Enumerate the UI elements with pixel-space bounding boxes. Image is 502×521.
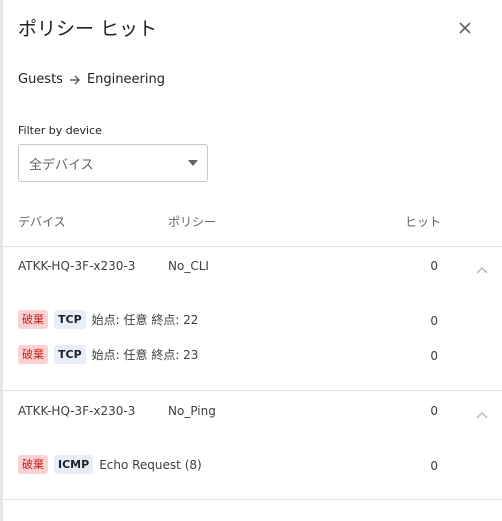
protocol-badge: TCP xyxy=(54,345,86,364)
group-device: ATKK-HQ-3F-x230-3 xyxy=(18,404,136,418)
breadcrumb-to: Engineering xyxy=(86,72,165,87)
rule-description: 始点: 任意 終点: 22 xyxy=(91,313,199,327)
group-policy: No_CLI xyxy=(168,259,209,273)
rule-hits: 0 xyxy=(430,459,438,473)
rule-description: Echo Request (8) xyxy=(99,457,202,472)
group-policy: No_Ping xyxy=(168,404,216,418)
collapse-chevron-up-icon[interactable] xyxy=(475,260,489,274)
breadcrumb: Guests Engineering xyxy=(18,72,165,87)
group-device: ATKK-HQ-3F-x230-3 xyxy=(18,259,136,273)
device-filter-select[interactable]: 全デバイス xyxy=(18,144,208,182)
column-header-policy: ポリシー xyxy=(168,215,217,229)
rule-hits: 0 xyxy=(430,349,438,363)
action-badge: 破棄 xyxy=(18,310,48,329)
close-button[interactable] xyxy=(453,16,477,40)
column-header-hits: ヒット xyxy=(405,215,442,229)
divider xyxy=(3,390,502,391)
filter-label: Filter by device xyxy=(18,124,102,137)
column-header-device: デバイス xyxy=(18,215,66,229)
group-hits: 0 xyxy=(430,259,438,273)
rule-row: 破棄 TCP 始点: 任意 終点: 22 xyxy=(18,310,198,329)
arrow-right-icon xyxy=(69,74,81,85)
device-filter-value: 全デバイス xyxy=(29,157,94,173)
rule-row: 破棄 ICMP Echo Request (8) xyxy=(18,455,202,474)
close-icon xyxy=(459,22,471,34)
breadcrumb-from: Guests xyxy=(18,72,63,87)
divider xyxy=(3,246,502,247)
rule-description: 始点: 任意 終点: 23 xyxy=(91,348,199,362)
action-badge: 破棄 xyxy=(18,455,48,474)
panel-title: ポリシー ヒット xyxy=(18,18,158,40)
protocol-badge: ICMP xyxy=(54,455,94,474)
divider xyxy=(3,499,502,500)
protocol-badge: TCP xyxy=(54,310,86,329)
action-badge: 破棄 xyxy=(18,345,48,364)
collapse-chevron-up-icon[interactable] xyxy=(475,405,489,419)
dropdown-caret-icon xyxy=(188,160,198,166)
rule-hits: 0 xyxy=(430,314,438,328)
group-hits: 0 xyxy=(430,404,438,418)
rule-row: 破棄 TCP 始点: 任意 終点: 23 xyxy=(18,345,198,364)
policy-hits-panel: ポリシー ヒット Guests Engineering Filter by de… xyxy=(0,0,502,521)
